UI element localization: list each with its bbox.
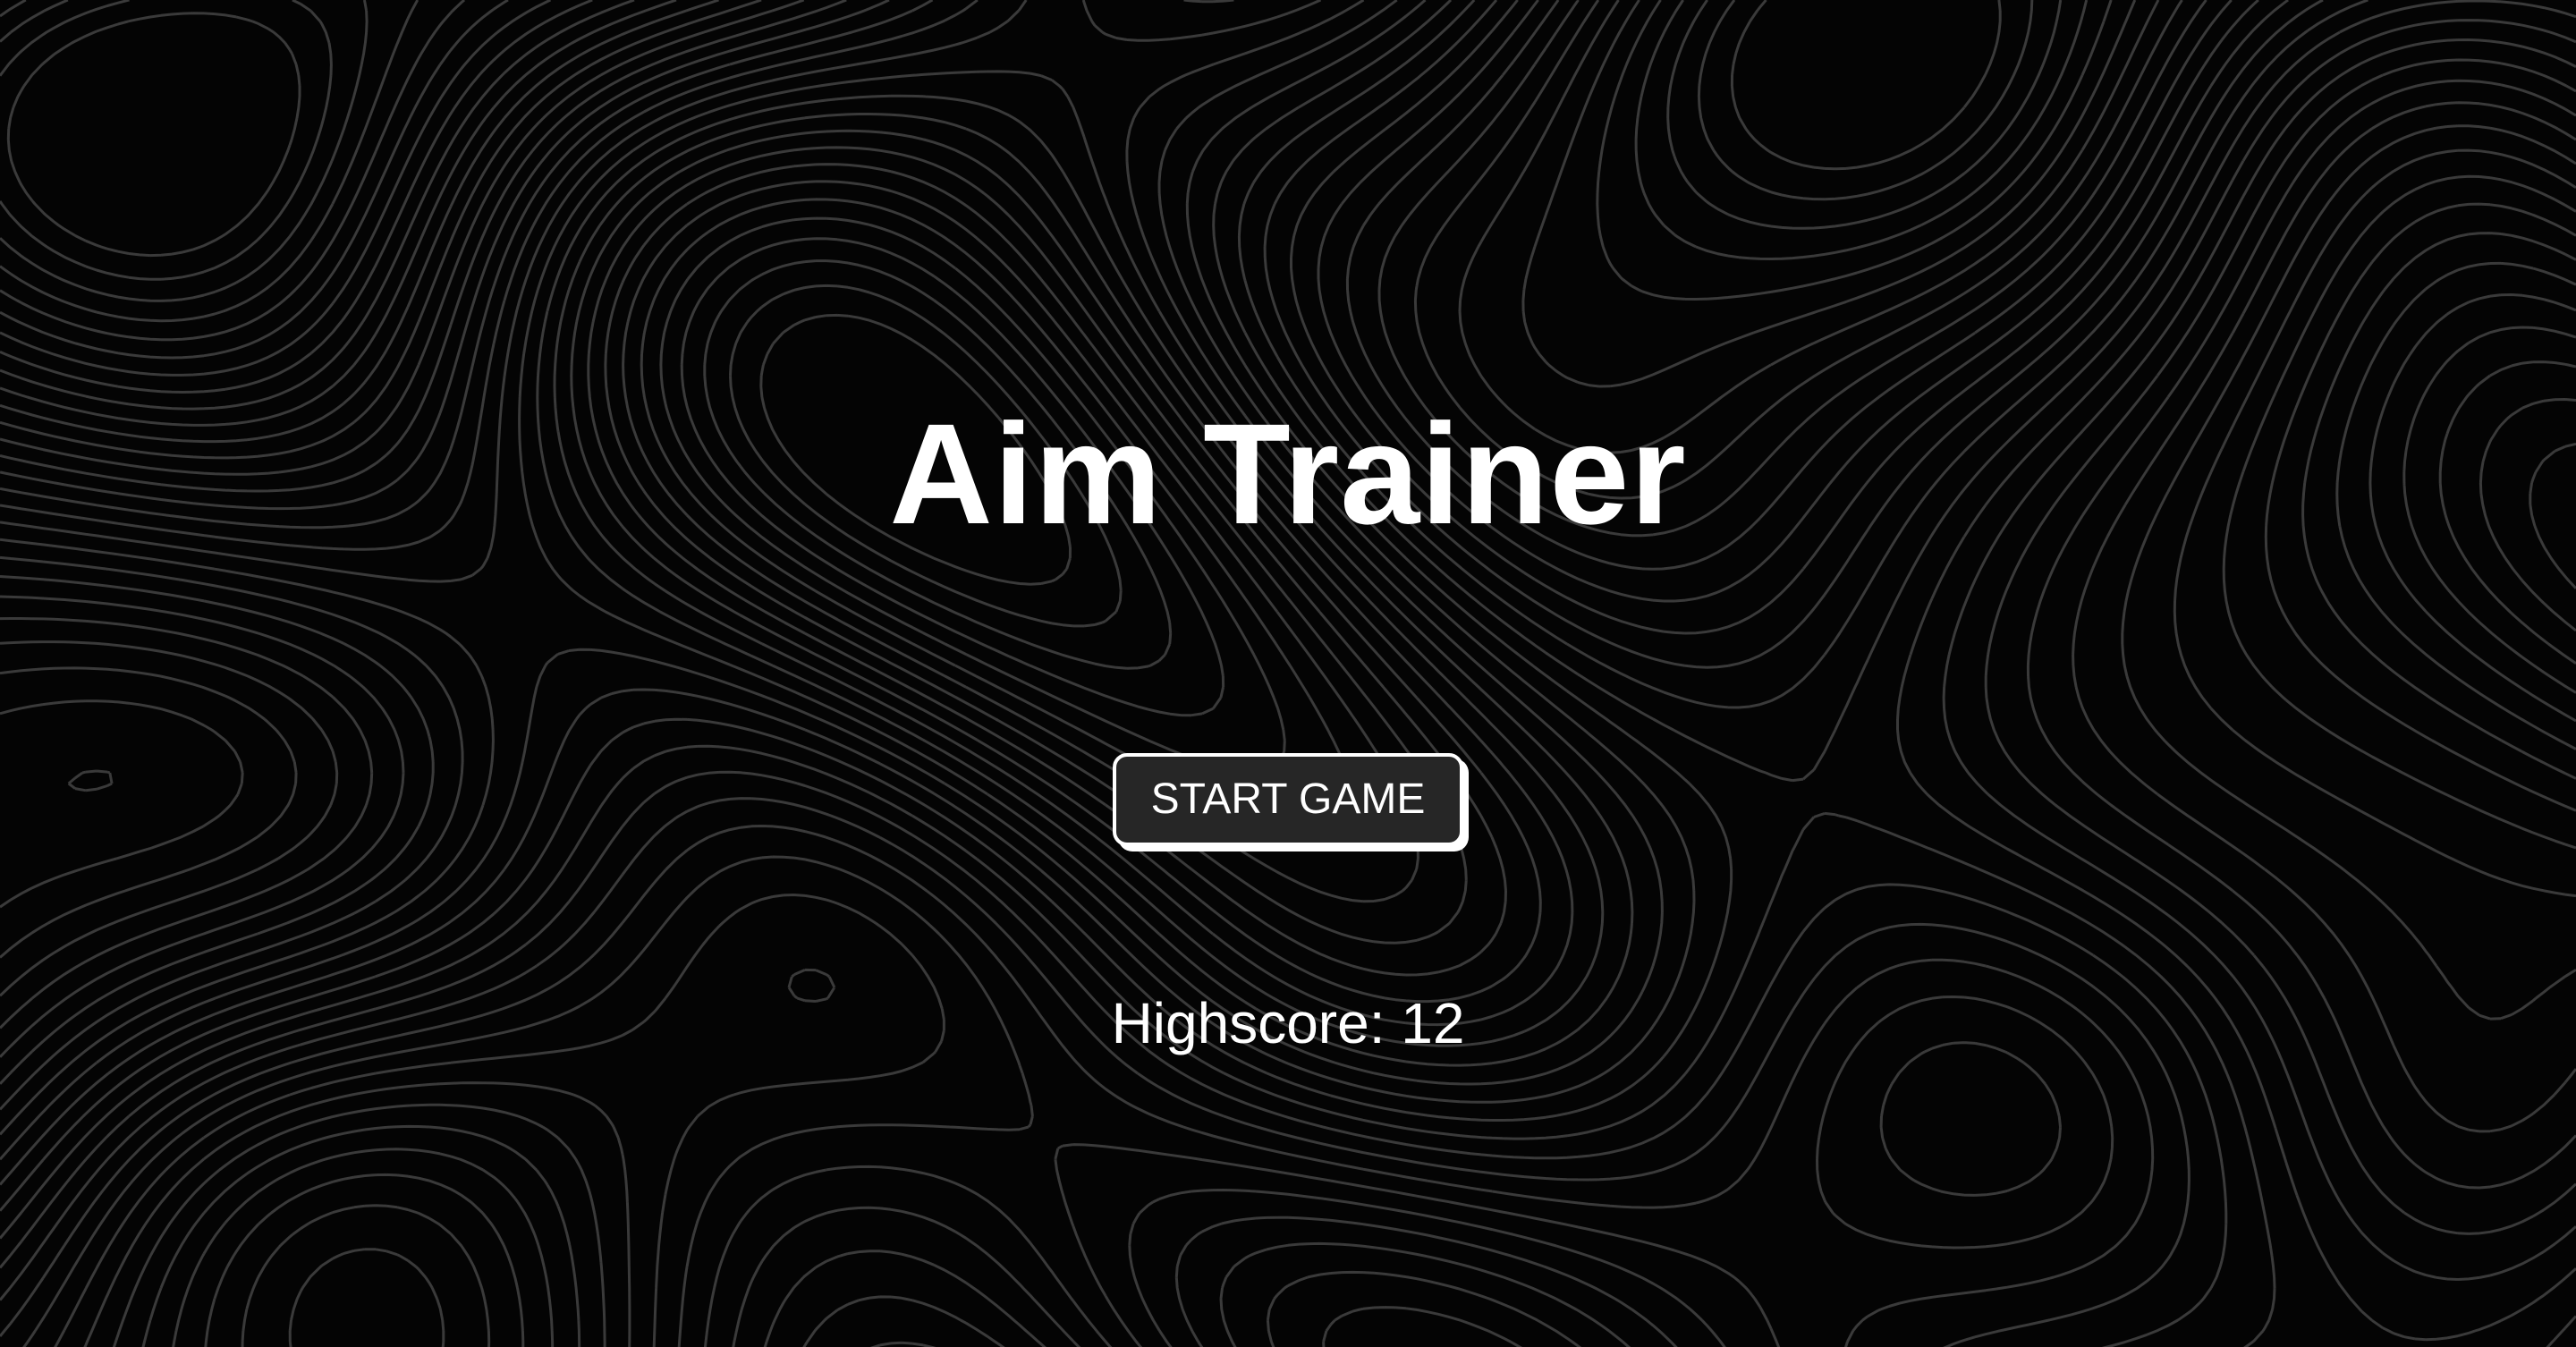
page-title: Aim Trainer [889, 394, 1687, 554]
menu-screen: Aim Trainer START GAME Highscore: 12 [0, 0, 2576, 1347]
highscore-value: 12 [1401, 991, 1465, 1055]
highscore-display: Highscore: 12 [0, 987, 2576, 1059]
start-game-button[interactable]: START GAME [1113, 753, 1463, 846]
menu-content: Aim Trainer START GAME Highscore: 12 [0, 0, 2576, 1347]
highscore-label: Highscore: [1111, 991, 1385, 1055]
